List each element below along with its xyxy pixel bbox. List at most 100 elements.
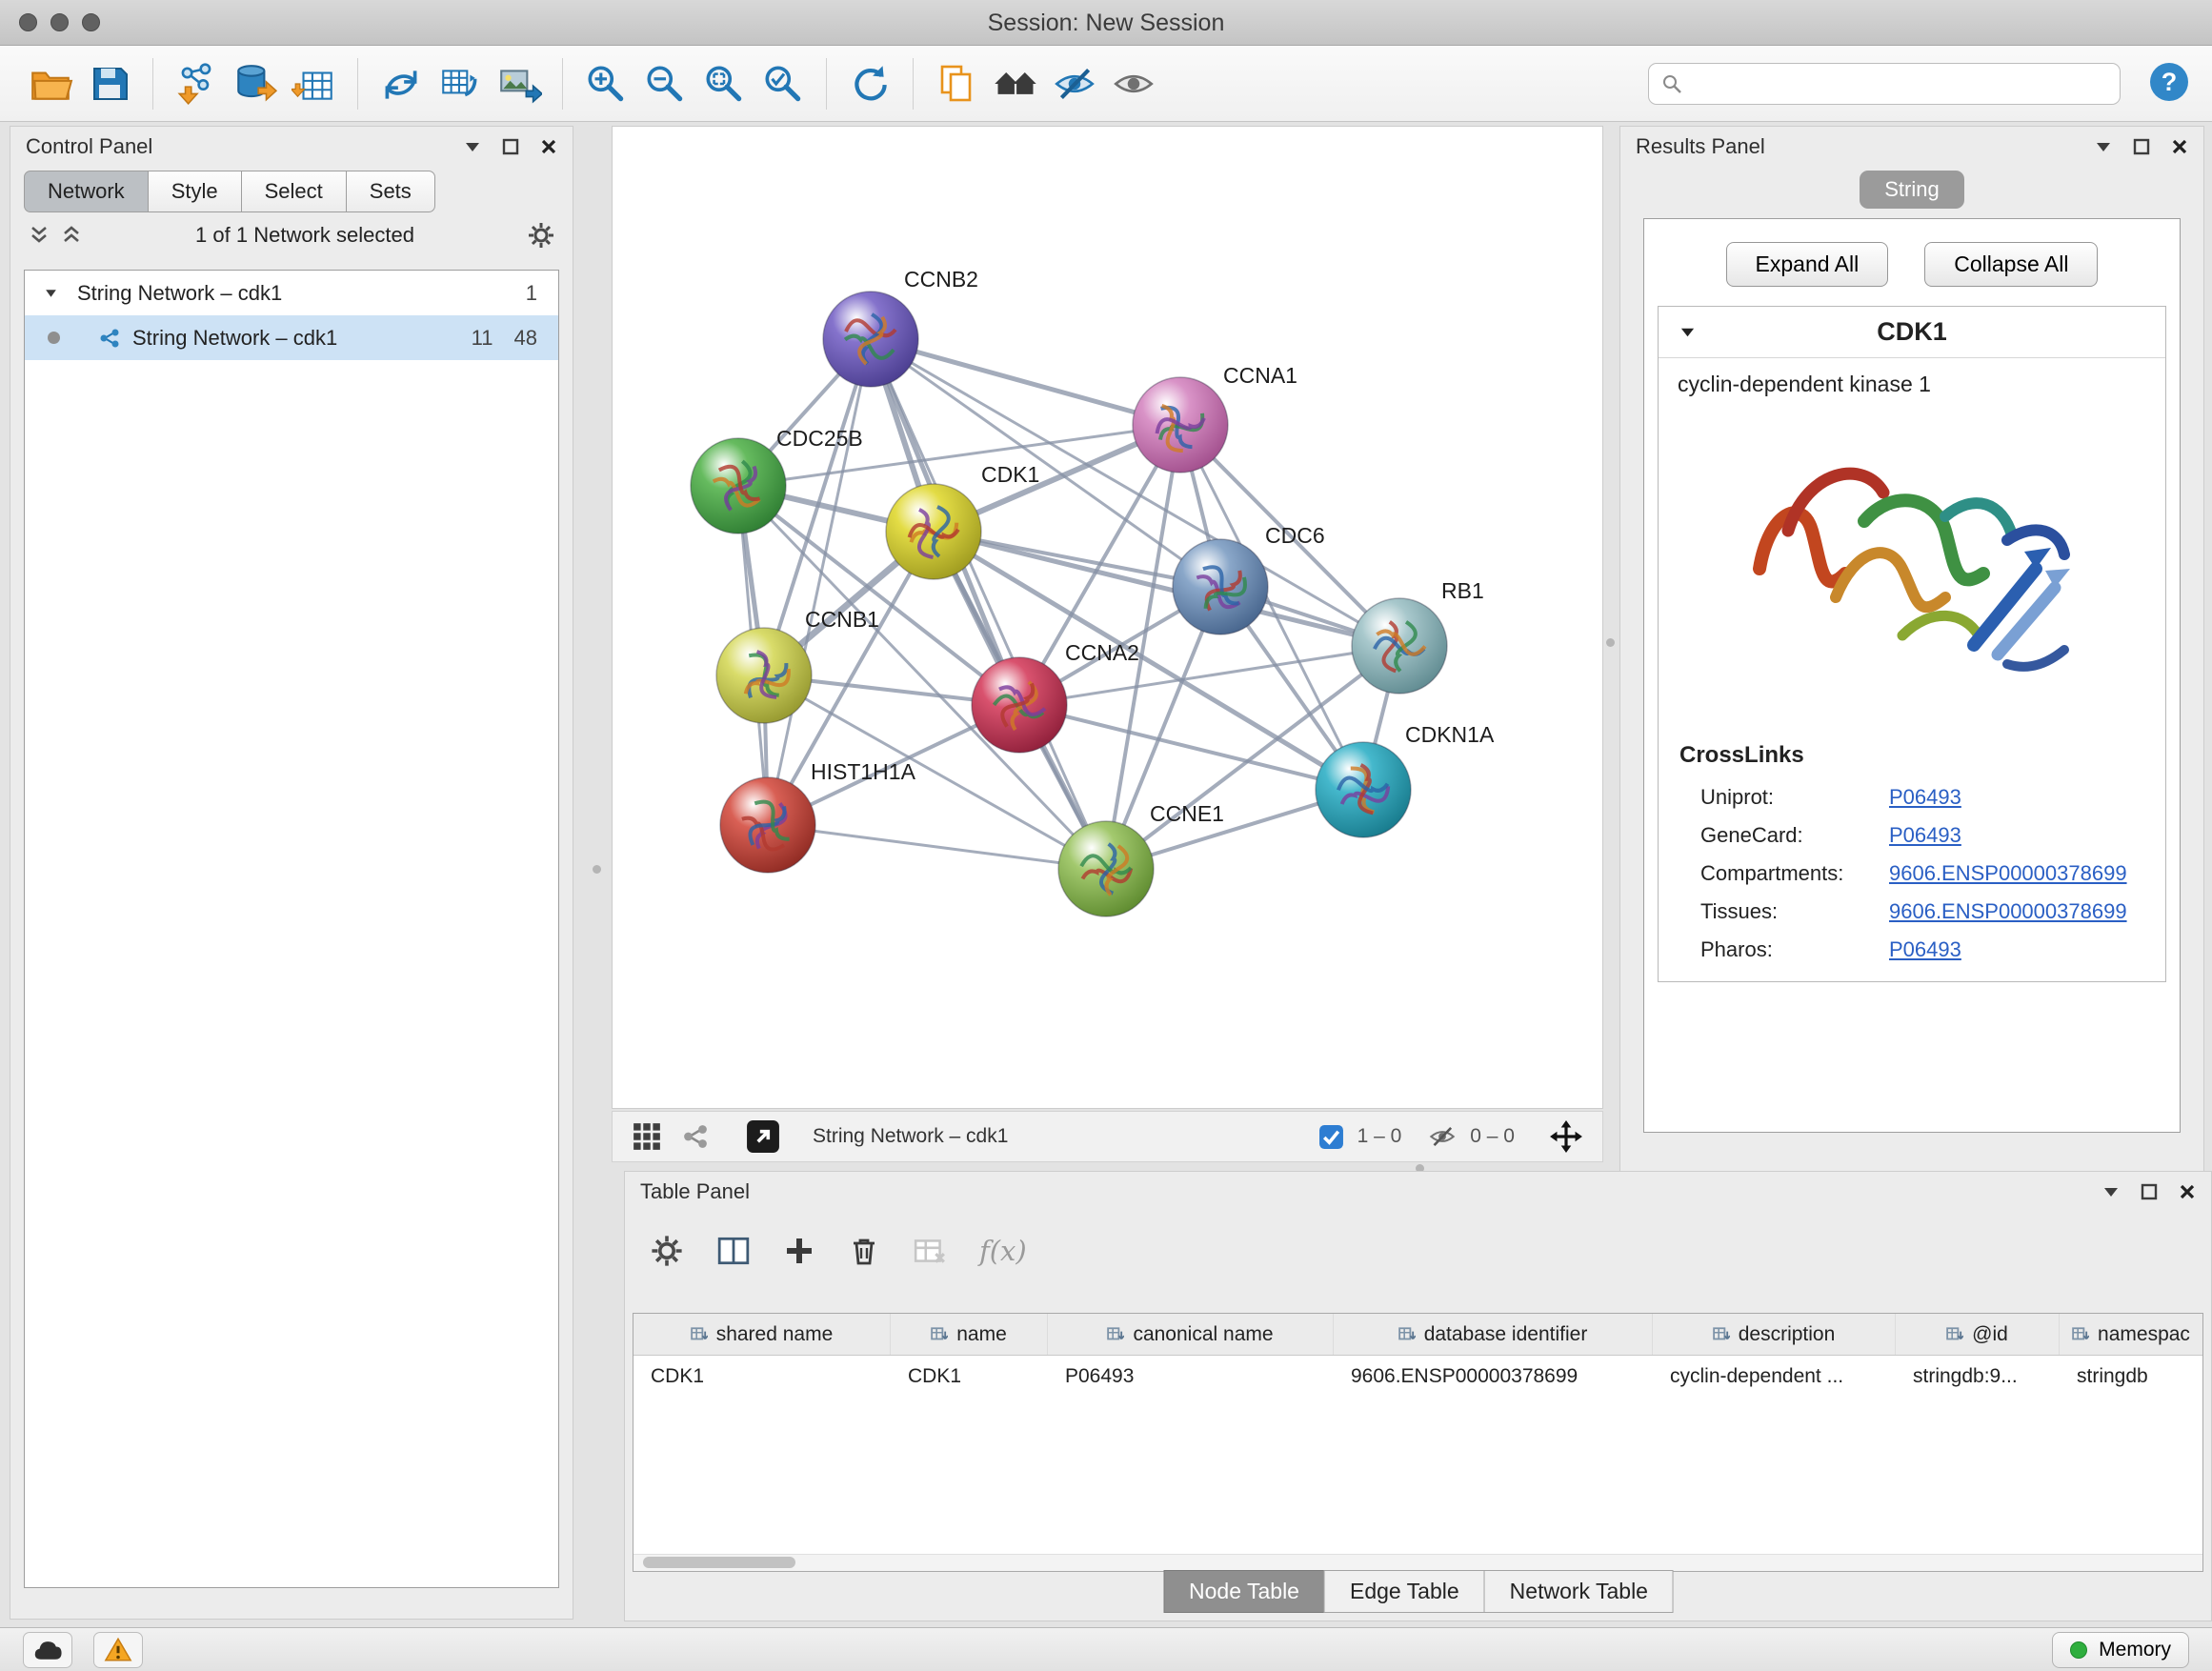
network-from-selection-button[interactable]: [372, 54, 431, 113]
cell-database-identifier[interactable]: 9606.ENSP00000378699: [1334, 1365, 1653, 1388]
tab-node-table[interactable]: Node Table: [1163, 1570, 1325, 1613]
delete-column-button[interactable]: [848, 1235, 880, 1267]
help-button[interactable]: ?: [2147, 60, 2191, 107]
column-header-id[interactable]: @id: [1896, 1314, 2060, 1355]
crosslink-uniprot-link[interactable]: P06493: [1889, 785, 1961, 810]
expand-all-button[interactable]: [60, 224, 83, 247]
network-node-hist1h1a[interactable]: HIST1H1A: [720, 759, 916, 873]
network-node-ccnb1[interactable]: CCNB1: [716, 607, 879, 723]
zoom-in-button[interactable]: [576, 54, 635, 113]
network-node-cdkn1a[interactable]: CDKN1A: [1316, 722, 1495, 837]
network-node-rb1[interactable]: RB1: [1352, 578, 1484, 694]
panel-close-button[interactable]: [540, 138, 557, 155]
import-table-from-file-button[interactable]: [285, 54, 344, 113]
zoom-out-button[interactable]: [635, 54, 694, 113]
birdseye-toggle-button[interactable]: [746, 1119, 780, 1154]
tab-select[interactable]: Select: [241, 171, 347, 212]
grid-view-button[interactable]: [632, 1121, 662, 1152]
column-header-namespace[interactable]: namespac: [2060, 1314, 2202, 1355]
cell-canonical-name[interactable]: P06493: [1048, 1365, 1334, 1388]
pan-crosshair-icon[interactable]: [1549, 1119, 1583, 1154]
close-window-button[interactable]: [19, 13, 37, 31]
cell-id[interactable]: stringdb:9...: [1896, 1365, 2060, 1388]
home-button[interactable]: [986, 54, 1045, 113]
column-header-database-identifier[interactable]: database identifier: [1334, 1314, 1653, 1355]
left-splitter-handle[interactable]: [593, 865, 601, 874]
horizontal-scrollbar[interactable]: [633, 1554, 2202, 1571]
network-overview-button[interactable]: [681, 1122, 710, 1151]
panel-close-button[interactable]: [2171, 138, 2188, 155]
crosslink-tissues-link[interactable]: 9606.ENSP00000378699: [1889, 899, 2127, 924]
crosslink-genecard-link[interactable]: P06493: [1889, 823, 1961, 848]
expand-all-results-button[interactable]: Expand All: [1726, 242, 1889, 287]
network-canvas[interactable]: CCNB2CCNA1CDC25BCDK1CDC6RB1CCNB1CCNA2CDK…: [613, 127, 1602, 1108]
right-splitter-handle[interactable]: [1606, 638, 1615, 647]
save-session-button[interactable]: [80, 54, 139, 113]
tab-sets[interactable]: Sets: [346, 171, 435, 212]
column-header-shared-name[interactable]: shared name: [633, 1314, 891, 1355]
network-edge[interactable]: [768, 339, 871, 825]
cell-shared-name[interactable]: CDK1: [633, 1365, 891, 1388]
zoom-selected-button[interactable]: [754, 54, 813, 113]
crosslink-compartments-link[interactable]: 9606.ENSP00000378699: [1889, 861, 2127, 886]
import-network-from-file-button[interactable]: [167, 54, 226, 113]
table-header-row: shared name name canonical name database…: [633, 1314, 2202, 1356]
cell-description[interactable]: cyclin-dependent ...: [1653, 1365, 1896, 1388]
collapse-all-results-button[interactable]: Collapse All: [1924, 242, 2098, 287]
external-arrow-icon: [746, 1119, 780, 1154]
panel-float-button[interactable]: [502, 138, 519, 155]
panel-menu-button[interactable]: [464, 141, 481, 152]
network-options-button[interactable]: [527, 221, 555, 250]
cell-name[interactable]: CDK1: [891, 1365, 1048, 1388]
panel-menu-button[interactable]: [2095, 141, 2112, 152]
network-row-selected[interactable]: String Network – cdk1 11 48: [25, 315, 558, 360]
cell-namespace[interactable]: stringdb: [2060, 1365, 2202, 1388]
scrollbar-thumb[interactable]: [643, 1557, 795, 1568]
warnings-button[interactable]: [93, 1632, 143, 1668]
table-options-button[interactable]: [650, 1234, 684, 1268]
tab-style[interactable]: Style: [148, 171, 242, 212]
documents-button[interactable]: [927, 54, 986, 113]
gene-section-header[interactable]: CDK1: [1659, 307, 2165, 358]
minimize-window-button[interactable]: [50, 13, 69, 31]
network-edge[interactable]: [871, 339, 1106, 869]
panel-menu-button[interactable]: [2102, 1186, 2120, 1198]
column-header-canonical-name[interactable]: canonical name: [1048, 1314, 1334, 1355]
hidden-eye-slash-icon[interactable]: [1428, 1122, 1457, 1151]
show-panels-button[interactable]: [1104, 54, 1163, 113]
panel-close-button[interactable]: [2179, 1183, 2196, 1200]
zoom-fit-button[interactable]: [694, 54, 754, 113]
export-image-button[interactable]: [490, 54, 549, 113]
search-input[interactable]: [1683, 72, 2108, 95]
crosslink-pharos-link[interactable]: P06493: [1889, 937, 1961, 962]
import-network-from-database-button[interactable]: [226, 54, 285, 113]
refresh-button[interactable]: [840, 54, 899, 113]
collapse-all-button[interactable]: [28, 224, 50, 247]
tab-network-table[interactable]: Network Table: [1484, 1570, 1674, 1613]
column-header-description[interactable]: description: [1653, 1314, 1896, 1355]
tab-edge-table[interactable]: Edge Table: [1324, 1570, 1485, 1613]
table-row[interactable]: CDK1 CDK1 P06493 9606.ENSP00000378699 cy…: [633, 1356, 2202, 1398]
panel-float-button[interactable]: [2133, 138, 2150, 155]
network-node-ccna1[interactable]: CCNA1: [1133, 363, 1297, 473]
network-node-cdk1[interactable]: CDK1: [886, 462, 1039, 579]
network-node-cdc6[interactable]: CDC6: [1173, 523, 1325, 634]
selected-checkbox-icon[interactable]: [1318, 1124, 1344, 1150]
panel-float-button[interactable]: [2141, 1183, 2158, 1200]
grid-icon: [632, 1121, 662, 1152]
column-header-name[interactable]: name: [891, 1314, 1048, 1355]
network-node-ccnb2[interactable]: CCNB2: [823, 267, 978, 387]
show-columns-button[interactable]: [716, 1234, 751, 1268]
open-session-button[interactable]: [21, 54, 80, 113]
network-edge[interactable]: [768, 825, 1106, 869]
hide-panels-button[interactable]: [1045, 54, 1104, 113]
tab-network[interactable]: Network: [24, 171, 149, 212]
results-tab-string[interactable]: String: [1860, 171, 1963, 209]
new-network-from-table-button[interactable]: [431, 54, 490, 113]
add-column-button[interactable]: [783, 1235, 815, 1267]
function-builder-button[interactable]: f(x): [979, 1235, 1027, 1267]
network-collection-row[interactable]: String Network – cdk1 1: [25, 271, 558, 315]
zoom-window-button[interactable]: [82, 13, 100, 31]
cloud-status-button[interactable]: [23, 1632, 72, 1668]
memory-button[interactable]: Memory: [2052, 1632, 2189, 1668]
